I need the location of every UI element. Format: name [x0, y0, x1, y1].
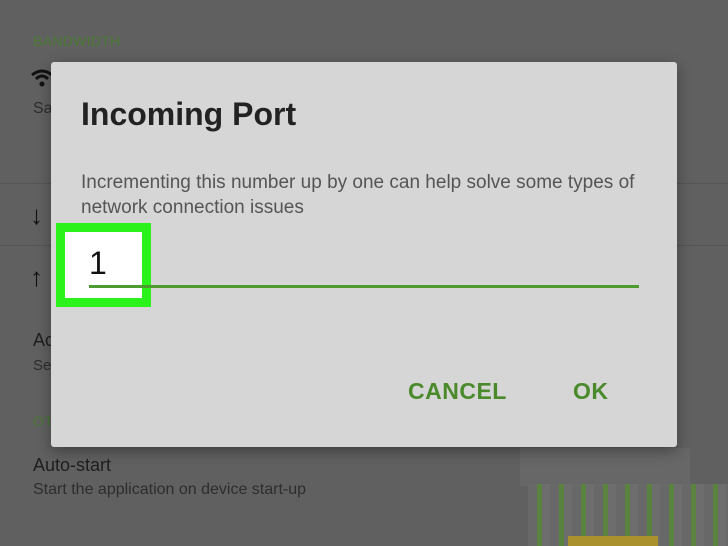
- cancel-button[interactable]: CANCEL: [408, 378, 507, 405]
- dialog-message: Incrementing this number up by one can h…: [81, 172, 635, 218]
- port-input[interactable]: [89, 245, 149, 281]
- advanced-row-subtitle: Se: [33, 357, 52, 374]
- pixelated-corner-image: [528, 484, 728, 546]
- port-field-underline: [89, 285, 639, 288]
- autostart-toggle-area[interactable]: [520, 448, 690, 486]
- bandwidth-row-subtitle: Sa: [33, 100, 53, 117]
- section-header-bandwidth: BANDWIDTH: [33, 33, 121, 49]
- download-arrow-icon: ↓: [30, 200, 43, 230]
- upload-arrow-icon: ↑: [30, 262, 43, 292]
- autostart-title[interactable]: Auto-start: [33, 455, 111, 476]
- dialog-title: Incoming Port: [81, 96, 297, 132]
- ok-button[interactable]: OK: [573, 378, 609, 405]
- autostart-subtitle: Start the application on device start-up: [33, 481, 307, 498]
- port-field-underline-active: [89, 285, 151, 288]
- incoming-port-dialog: Incoming Port Incrementing this number u…: [51, 62, 677, 447]
